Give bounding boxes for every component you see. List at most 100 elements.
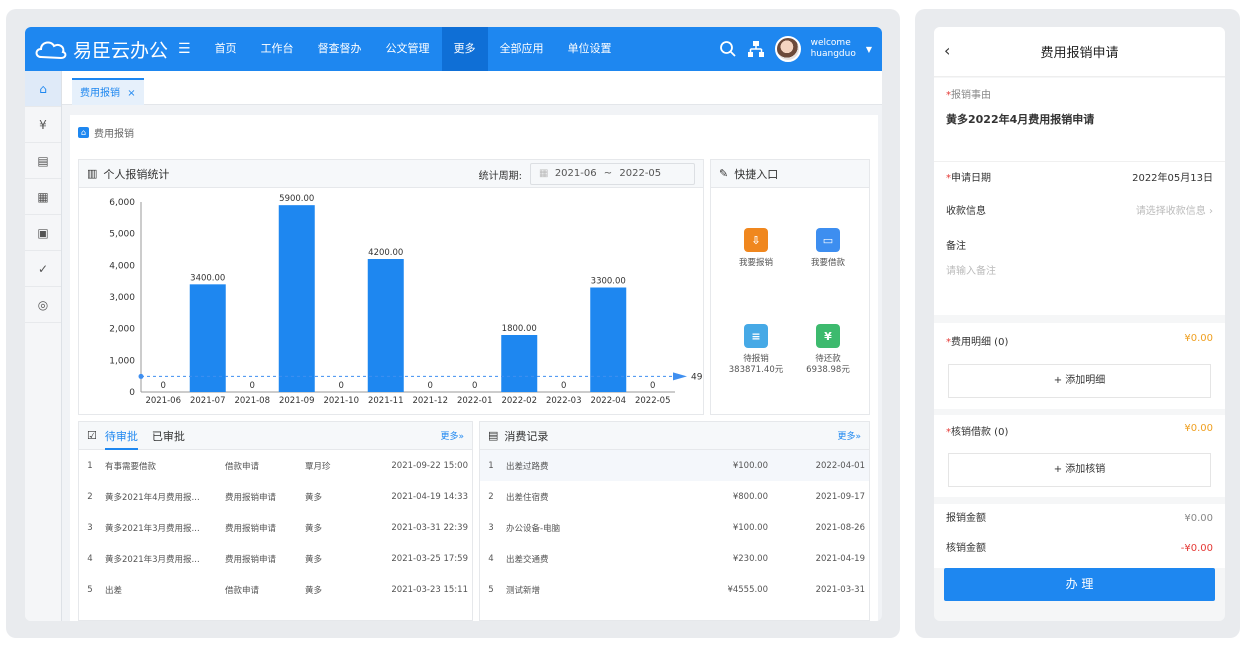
consumption-card: ▤ 消费记录 更多» 1 出差过路费 ¥100.00 2022-04-01 2 出差住宿费…	[479, 421, 870, 621]
nav-home[interactable]: 首页	[203, 27, 249, 71]
logo[interactable]: 易臣云办公	[33, 36, 178, 63]
quick-borrow-label: 我要借款	[810, 258, 845, 268]
sidebar-home-icon[interactable]: ⌂	[25, 71, 61, 107]
approval-row[interactable]: 3 黄多2021年3月费用报... 费用报销申请 黄多 2021-03-31 22:39	[79, 512, 472, 543]
search-icon[interactable]	[719, 40, 737, 58]
mobile-title: 费用报销申请	[1040, 46, 1119, 61]
submit-button[interactable]: 办 理	[944, 568, 1215, 601]
nav-more[interactable]: 更多	[441, 27, 488, 71]
top-right-tools: welcome huangduo ▼	[719, 27, 872, 71]
reason-row[interactable]: *报销事由 黄多2022年4月费用报销申请	[934, 78, 1225, 161]
writeoff-total-label: 核销金额	[946, 543, 986, 554]
back-arrow-icon[interactable]: ‹	[944, 41, 950, 60]
average-label: 491.67	[691, 372, 703, 382]
bar	[590, 287, 627, 392]
row-title: 黄多2021年3月费用报...	[105, 554, 200, 565]
approval-row[interactable]: 2 黄多2021年4月费用报... 费用报销申请 黄多 2021-04-19 14:33	[79, 481, 472, 512]
consumption-more-link[interactable]: 更多»	[837, 429, 861, 442]
approval-row[interactable]: 5 出差 借款申请 黄多 2021-03-23 15:11	[79, 574, 472, 605]
menu-toggle-icon[interactable]: ☰	[178, 41, 191, 57]
quick-borrow[interactable]: ▭ 我要借款	[793, 228, 863, 269]
detail-amount: ¥0.00	[1184, 333, 1213, 344]
note-label: 备注	[946, 241, 966, 252]
quick-reimburse-label: 我要报销	[738, 258, 773, 268]
tab-pending[interactable]: 待审批	[104, 428, 138, 450]
approvals-card: ☑ 待审批 已审批 更多» 1 有事需要借款 借款申请 覃月珍 2021-09-22 1…	[78, 421, 473, 621]
approvals-more-link[interactable]: 更多»	[440, 429, 464, 442]
quick-pending-reimburse[interactable]: ≡ 待报销 383871.40元	[721, 324, 791, 376]
row-item: 测试新增	[506, 585, 541, 596]
y-tick-label: 5,000	[109, 230, 135, 240]
x-tick-label: 2021-08	[234, 396, 270, 406]
consumption-row[interactable]: 4 出差交通费 ¥230.00 2021-04-19	[480, 543, 869, 574]
consumption-row[interactable]: 5 测试新增 ¥4555.00 2021-03-31	[480, 574, 869, 605]
reimburse-icon: ⇩	[744, 228, 768, 252]
row-index: 2	[488, 491, 494, 502]
note-input[interactable]: 请输入备注	[946, 262, 1213, 277]
cloud-logo-icon	[35, 41, 67, 60]
nav-documents[interactable]: 公文管理	[374, 27, 442, 71]
period-picker[interactable]: ▦ 2021-06 ~ 2022-05	[530, 163, 695, 185]
tab-expense[interactable]: 费用报销 ×	[72, 78, 144, 105]
bar-value-label: 4200.00	[368, 248, 403, 258]
x-tick-label: 2022-02	[501, 396, 537, 406]
payee-placeholder: 请选择收款信息 ›	[1135, 206, 1213, 217]
row-index: 5	[87, 584, 93, 595]
avatar[interactable]	[774, 36, 801, 62]
tab-done[interactable]: 已审批	[152, 428, 185, 444]
personal-stats-card: ▥ 个人报销统计 统计周期: ▦ 2021-06 ~ 2022-05 0 1,00…	[78, 159, 723, 415]
bar-value-label: 0	[339, 381, 344, 391]
row-time: 2021-09-22 15:00	[391, 460, 468, 471]
note-row[interactable]: 备注 请输入备注	[934, 229, 1225, 315]
nav-supervision[interactable]: 督查督办	[306, 27, 374, 71]
row-time: 2021-03-25 17:59	[391, 553, 468, 564]
pending-reimburse-label: 待报销	[743, 354, 769, 364]
y-tick-label: 4,000	[109, 261, 135, 271]
user-info[interactable]: welcome huangduo	[811, 38, 856, 60]
nav-workbench[interactable]: 工作台	[249, 27, 306, 71]
breadcrumb: ⌂ 费用报销	[78, 125, 134, 140]
row-type: 费用报销申请	[225, 492, 277, 503]
main-nav: 首页 工作台 督查督办 公文管理 更多 全部应用 单位设置	[203, 27, 624, 71]
org-chart-icon[interactable]	[747, 40, 765, 58]
row-index: 1	[87, 460, 93, 471]
date-label: *申请日期	[946, 173, 991, 184]
row-type: 费用报销申请	[225, 554, 277, 565]
add-detail-button[interactable]: + 添加明细	[948, 364, 1211, 398]
payee-label: 收款信息	[946, 206, 986, 217]
main-content: ⌂ 费用报销 ▥ 个人报销统计 统计周期: ▦ 2021-06 ~ 2022-0…	[70, 115, 878, 621]
sidebar-yen-doc-icon[interactable]: ¥	[25, 107, 61, 143]
tab-expense-label: 费用报销	[80, 88, 120, 99]
record-icon: ▤	[488, 429, 499, 442]
consumption-row[interactable]: 3 办公设备-电脑 ¥100.00 2021-08-26	[480, 512, 869, 543]
bar	[189, 284, 226, 392]
row-title: 有事需要借款	[105, 461, 157, 472]
reimburse-total-label: 报销金额	[946, 513, 986, 524]
date-row[interactable]: *申请日期 2022年05月13日	[934, 161, 1225, 195]
approval-row[interactable]: 1 有事需要借款 借款申请 覃月珍 2021-09-22 15:00	[79, 450, 472, 481]
add-loan-button[interactable]: + 添加核销	[948, 453, 1211, 487]
approval-row[interactable]: 4 黄多2021年3月费用报... 费用报销申请 黄多 2021-03-25 17:59	[79, 543, 472, 574]
sidebar-invoice-icon[interactable]: ▤	[25, 143, 61, 179]
consumption-table: 1 出差过路费 ¥100.00 2022-04-01 2 出差住宿费 ¥800.00 2021…	[480, 450, 869, 605]
repay-icon: ¥	[816, 324, 840, 348]
sidebar-bill-icon[interactable]: ▣	[25, 215, 61, 251]
x-tick-label: 2021-06	[145, 396, 181, 406]
detail-label: *费用明细 (0)	[946, 337, 1009, 348]
sidebar-report-icon[interactable]: ▦	[25, 179, 61, 215]
quick-reimburse[interactable]: ⇩ 我要报销	[721, 228, 791, 269]
consumption-row[interactable]: 1 出差过路费 ¥100.00 2022-04-01	[480, 450, 869, 481]
payee-row[interactable]: 收款信息 请选择收款信息 ›	[934, 195, 1225, 229]
sidebar-check-icon[interactable]: ✓	[25, 251, 61, 287]
caret-down-icon[interactable]: ▼	[866, 45, 872, 54]
sidebar-settings-icon[interactable]: ◎	[25, 287, 61, 323]
period-from: 2021-06	[554, 168, 597, 179]
home-icon[interactable]: ⌂	[78, 127, 89, 138]
row-amount: ¥100.00	[732, 522, 768, 533]
consumption-row[interactable]: 2 出差住宿费 ¥800.00 2021-09-17	[480, 481, 869, 512]
quick-pending-repay[interactable]: ¥ 待还款 6938.98元	[793, 324, 863, 376]
nav-all-apps[interactable]: 全部应用	[488, 27, 556, 71]
nav-org-settings[interactable]: 单位设置	[556, 27, 624, 71]
row-amount: ¥800.00	[732, 491, 768, 502]
close-icon[interactable]: ×	[127, 88, 135, 99]
